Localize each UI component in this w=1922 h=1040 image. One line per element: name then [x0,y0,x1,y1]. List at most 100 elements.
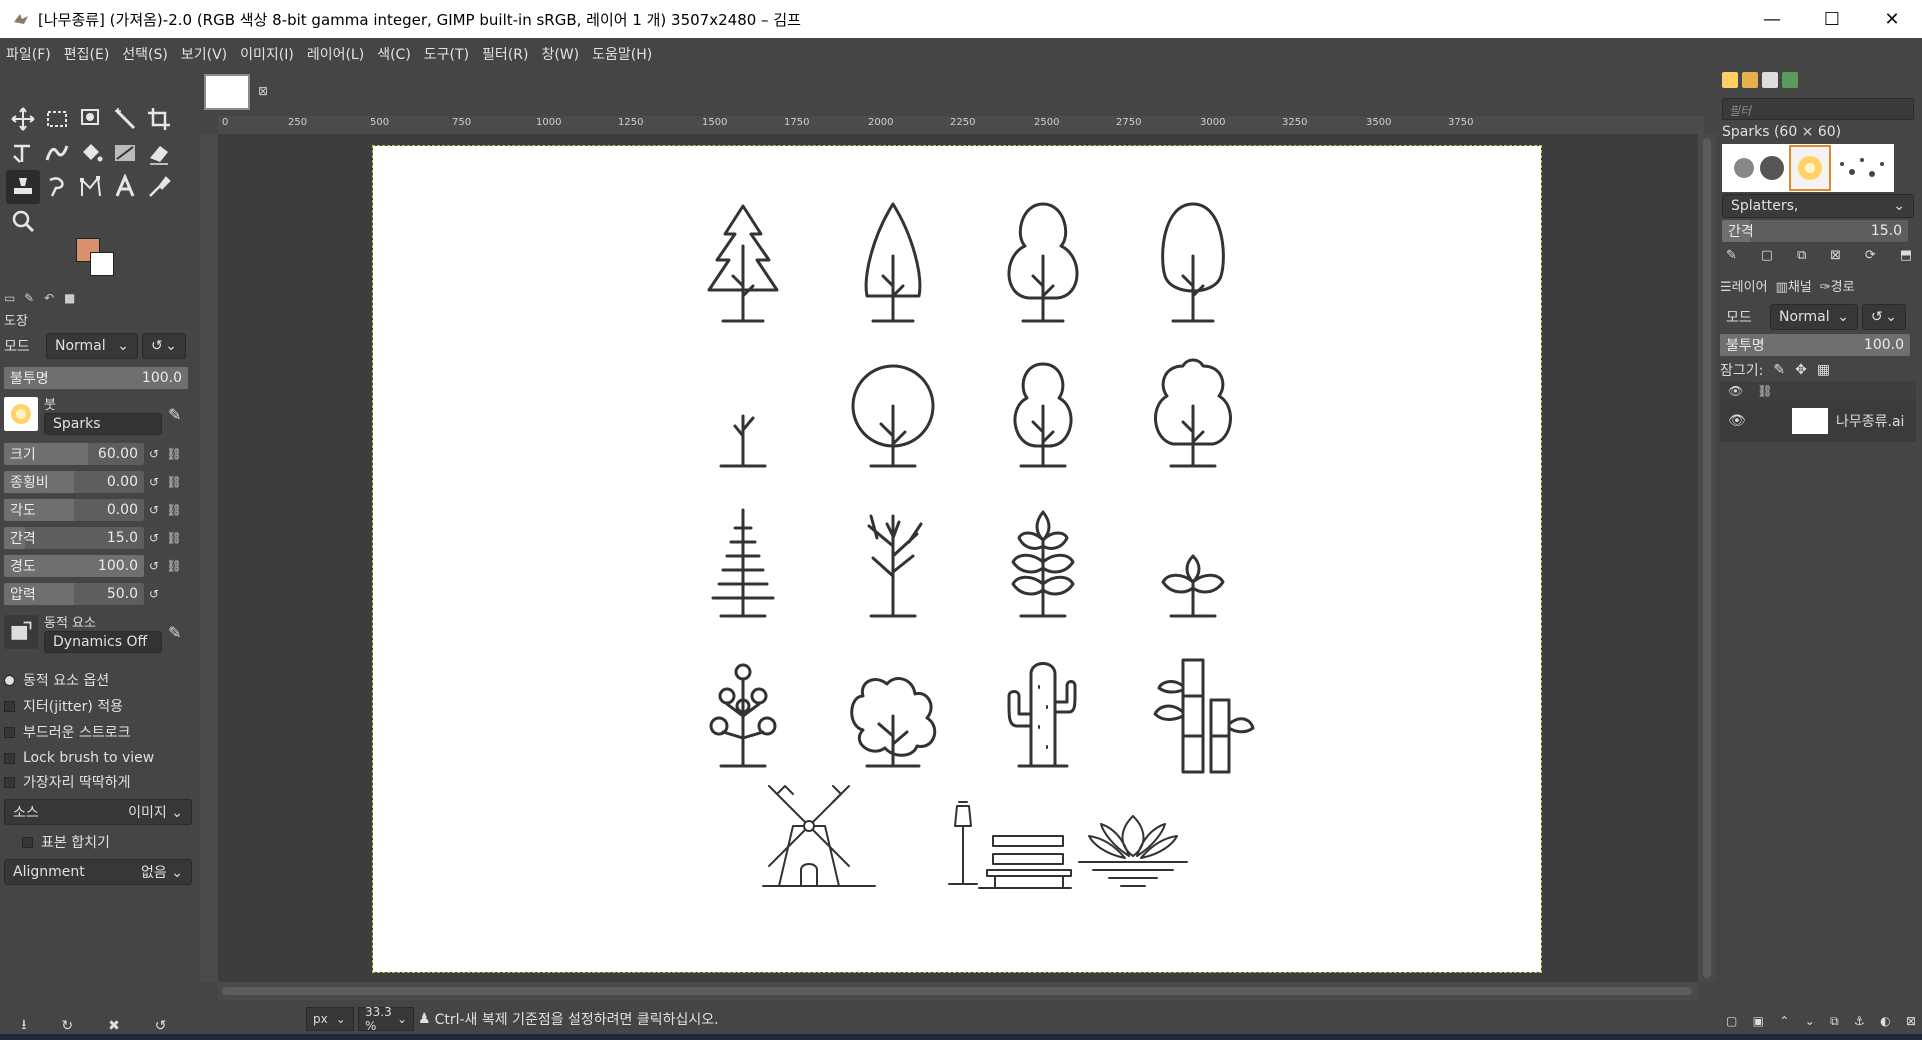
reset-icon[interactable]: ↺ [144,471,164,493]
brush-grid[interactable] [1722,144,1894,192]
gradients-tab-icon[interactable] [1782,72,1798,88]
menu-windows[interactable]: 창(W) [541,44,579,64]
smudge-tool-icon[interactable] [40,170,74,204]
dynamics-options-expander[interactable]: 동적 요소 옵션 [4,668,192,692]
link-icon[interactable]: ⛓ [164,527,184,549]
unit-select[interactable]: px ⌄ [306,1007,354,1031]
raise-layer-icon[interactable]: ⌃ [1779,1014,1789,1029]
close-tab-icon[interactable]: ⊠ [258,84,268,98]
close-button[interactable]: ✕ [1862,0,1922,38]
tool-options-tab-icon[interactable]: ▭ [4,291,18,305]
mode-reset-select[interactable]: ↺ ⌄ [142,333,186,359]
edit-brush-icon[interactable]: ✎ [168,405,181,424]
menu-layer[interactable]: 레이어(L) [307,44,364,64]
reset-icon[interactable]: ↺ [144,443,164,465]
move-tool-icon[interactable] [6,102,40,136]
open-brush-icon[interactable]: ⬒ [1900,248,1912,263]
spacing-slider[interactable]: 간격 15.0 [4,527,144,549]
lock-position-icon[interactable]: ✥ [1795,362,1807,378]
menu-filters[interactable]: 필터(R) [482,44,528,64]
reset-icon[interactable]: ↺ [144,527,164,549]
lock-brush-checkbox[interactable]: Lock brush to view [4,746,192,770]
lock-pixels-icon[interactable]: ✎ [1773,362,1785,378]
brushes-tab-icon[interactable] [1722,72,1738,88]
menu-tools[interactable]: 도구(T) [424,44,469,64]
brush-preview[interactable] [4,397,38,431]
duplicate-layer-icon[interactable]: ⧉ [1830,1014,1839,1029]
delete-layer-icon[interactable]: ⊠ [1906,1014,1916,1029]
color-swatches[interactable] [76,238,126,288]
layer-mode-select[interactable]: Normal ⌄ [1770,304,1858,330]
lock-alpha-icon[interactable]: ▦ [1817,362,1830,378]
delete-options-icon[interactable]: ✖ [108,1018,120,1034]
layer-opacity-slider[interactable]: 불투명 100.0 [1720,334,1910,356]
paths-tool-icon[interactable] [74,170,108,204]
edit-brush-icon[interactable]: ✎ [1726,248,1737,263]
menu-edit[interactable]: 편집(E) [64,44,110,64]
menu-select[interactable]: 선택(S) [122,44,168,64]
menu-file[interactable]: 파일(F) [6,44,51,64]
tab-layers[interactable]: ☰레이어 [1720,276,1768,295]
new-layer-group-icon[interactable]: ▣ [1753,1014,1764,1029]
rect-select-tool-icon[interactable] [40,102,74,136]
mask-layer-icon[interactable]: ◐ [1880,1014,1890,1029]
unified-transform-tool-icon[interactable] [6,136,40,170]
reset-icon[interactable]: ↺ [144,555,164,577]
brush-filter-input[interactable]: 필터 [1722,98,1914,120]
link-icon[interactable]: ⛓ [164,499,184,521]
anchor-layer-icon[interactable]: ⚓ [1854,1014,1865,1029]
size-slider[interactable]: 크기 60.00 [4,443,144,465]
layer-row[interactable]: 👁 나무종류.ai [1720,400,1916,442]
zoom-tool-icon[interactable] [6,204,40,238]
new-brush-icon[interactable]: ▢ [1761,248,1773,263]
link-icon[interactable]: ⛓ [164,443,184,465]
layer-mode-reset[interactable]: ↺ ⌄ [1862,304,1906,330]
device-status-tab-icon[interactable]: ✎ [24,291,38,305]
pressure-slider[interactable]: 압력 50.0 [4,583,144,605]
aspect-slider[interactable]: 종횡비 0.00 [4,471,144,493]
link-icon[interactable]: ⛓ [164,555,184,577]
delete-brush-icon[interactable]: ⊠ [1830,248,1841,263]
edit-dynamics-icon[interactable]: ✎ [168,623,181,642]
clone-tool-icon[interactable] [6,170,40,204]
angle-slider[interactable]: 각도 0.00 [4,499,144,521]
lower-layer-icon[interactable]: ⌄ [1805,1014,1815,1029]
menu-help[interactable]: 도움말(H) [592,44,652,64]
background-color-swatch[interactable] [90,252,114,276]
minimize-button[interactable]: — [1742,0,1802,38]
dynamics-field[interactable]: Dynamics Off [44,630,162,653]
reset-icon[interactable]: ↺ [144,499,164,521]
images-tab-icon[interactable]: ■ [64,291,78,305]
patterns-tab-icon[interactable] [1742,72,1758,88]
fuzzy-select-tool-icon[interactable] [74,102,108,136]
brush-name-field[interactable]: Sparks [44,412,162,435]
tab-paths[interactable]: ✑경로 [1820,276,1855,295]
link-icon[interactable]: ⛓ [164,471,184,493]
source-select[interactable]: 소스 이미지 ⌄ [4,799,192,825]
horizontal-scrollbar[interactable] [218,982,1698,1000]
restore-options-icon[interactable]: ↻ [61,1018,73,1034]
menu-colors[interactable]: 색(C) [377,44,411,64]
text-tool-icon[interactable] [108,170,142,204]
magic-wand-tool-icon[interactable] [108,102,142,136]
fonts-tab-icon[interactable] [1762,72,1778,88]
zoom-select[interactable]: 33.3 % ⌄ [358,1005,414,1033]
maximize-button[interactable]: ☐ [1802,0,1862,38]
refresh-brushes-icon[interactable]: ⟳ [1865,248,1876,263]
jitter-checkbox[interactable]: 지터(jitter) 적용 [4,694,192,718]
menu-image[interactable]: 이미지(I) [240,44,294,64]
sample-merged-checkbox[interactable]: 표본 합치기 [22,830,210,854]
image-canvas[interactable] [372,145,1542,973]
dynamics-icon[interactable] [4,615,38,649]
image-tab-thumbnail[interactable] [204,74,250,110]
smooth-stroke-checkbox[interactable]: 부드러운 스트로크 [4,720,192,744]
undo-history-tab-icon[interactable]: ↶ [44,291,58,305]
color-picker-tool-icon[interactable] [142,170,176,204]
hardness-slider[interactable]: 경도 100.0 [4,555,144,577]
brush-spacing-slider[interactable]: 간격 15.0 [1722,220,1908,242]
visibility-eye-icon[interactable]: 👁 [1728,413,1746,429]
gradient-tool-icon[interactable] [108,136,142,170]
eraser-tool-icon[interactable] [142,136,176,170]
mode-select[interactable]: Normal ⌄ [46,333,138,359]
brush-tag-select[interactable]: Splatters, ⌄ [1722,194,1914,218]
